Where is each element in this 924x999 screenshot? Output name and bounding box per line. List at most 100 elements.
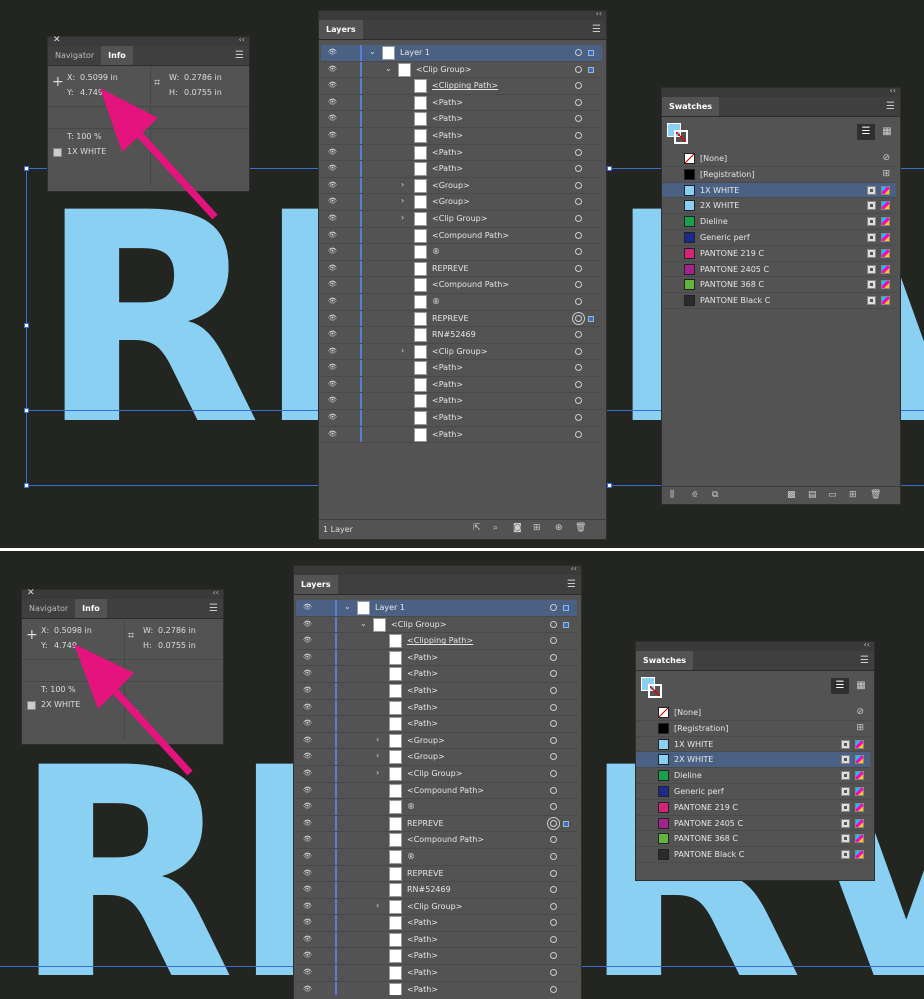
layer-row[interactable]: 👁 <Path> bbox=[321, 94, 602, 112]
swatch-row[interactable]: PANTONE Black C bbox=[636, 847, 870, 863]
swatch-row[interactable]: [Registration] ⊞ bbox=[636, 721, 870, 737]
swatch-row[interactable]: PANTONE 219 C bbox=[636, 800, 870, 816]
layer-row[interactable]: 👁 <Compound Path> bbox=[296, 832, 577, 849]
selection-handle[interactable] bbox=[607, 166, 612, 171]
visibility-eye-icon[interactable]: 👁 bbox=[303, 935, 312, 943]
target-circle-icon[interactable] bbox=[575, 131, 582, 139]
target-circle-icon[interactable] bbox=[575, 281, 582, 289]
layer-row[interactable]: 👁 REPREVE bbox=[296, 815, 577, 833]
visibility-eye-icon[interactable]: 👁 bbox=[303, 902, 312, 910]
color-group-icon[interactable]: ▩ bbox=[787, 490, 796, 500]
swatch-options-icon[interactable]: ▤ bbox=[808, 490, 817, 500]
layer-row[interactable]: 👁 › <Clip Group> bbox=[296, 898, 577, 916]
visibility-eye-icon[interactable]: 👁 bbox=[328, 363, 337, 371]
visibility-eye-icon[interactable]: 👁 bbox=[328, 164, 337, 172]
target-circle-icon[interactable] bbox=[550, 985, 557, 993]
target-circle-icon[interactable] bbox=[575, 380, 582, 388]
visibility-eye-icon[interactable]: 👁 bbox=[303, 968, 312, 976]
layer-row[interactable]: 👁 REPREVE bbox=[296, 865, 577, 883]
selection-indicator[interactable] bbox=[588, 50, 594, 56]
layer-row[interactable]: 👁 <Clipping Path> bbox=[296, 633, 577, 650]
visibility-eye-icon[interactable]: 👁 bbox=[303, 918, 312, 926]
selection-indicator[interactable] bbox=[563, 605, 569, 611]
visibility-eye-icon[interactable]: 👁 bbox=[303, 603, 312, 611]
target-circle-icon[interactable] bbox=[575, 49, 582, 56]
target-circle-icon[interactable] bbox=[575, 165, 582, 173]
chevron-right-icon[interactable]: › bbox=[401, 196, 404, 205]
visibility-eye-icon[interactable]: 👁 bbox=[303, 869, 312, 877]
target-circle-icon[interactable] bbox=[550, 653, 557, 661]
layer-row[interactable]: 👁 ⌄ Layer 1 bbox=[296, 600, 577, 617]
target-circle-icon[interactable] bbox=[575, 364, 582, 372]
chevron-right-icon[interactable]: › bbox=[401, 213, 404, 222]
chevron-right-icon[interactable]: › bbox=[376, 735, 379, 744]
export-icon[interactable]: ⇱ bbox=[473, 523, 481, 533]
target-circle-icon[interactable] bbox=[550, 819, 557, 827]
target-circle-icon[interactable] bbox=[550, 686, 557, 694]
swatch-row[interactable]: [None] ⊘ bbox=[662, 151, 896, 167]
trash-icon[interactable]: 🗑 bbox=[575, 523, 586, 533]
visibility-eye-icon[interactable]: 👁 bbox=[328, 98, 337, 106]
target-circle-icon[interactable] bbox=[550, 637, 557, 645]
tab-layers[interactable]: Layers bbox=[319, 20, 363, 39]
swatch-row[interactable]: PANTONE 2405 C bbox=[636, 816, 870, 832]
target-circle-icon[interactable] bbox=[575, 331, 582, 339]
panel-menu-icon[interactable]: ☰ bbox=[209, 603, 218, 614]
visibility-eye-icon[interactable]: 👁 bbox=[328, 148, 337, 156]
visibility-eye-icon[interactable]: 👁 bbox=[328, 396, 337, 404]
visibility-eye-icon[interactable]: 👁 bbox=[328, 347, 337, 355]
stroke-box[interactable] bbox=[648, 684, 662, 698]
chevron-down-icon[interactable]: ⌄ bbox=[385, 64, 392, 73]
layer-row[interactable]: 👁 <Compound Path> bbox=[296, 782, 577, 800]
collapse-icon[interactable]: ‹‹ bbox=[213, 588, 219, 597]
layer-row[interactable]: 👁 <Compound Path> bbox=[321, 277, 602, 294]
layer-row[interactable]: 👁 <Path> bbox=[321, 426, 602, 444]
target-circle-icon[interactable] bbox=[575, 82, 582, 90]
swatch-row[interactable]: PANTONE 2405 C bbox=[662, 262, 896, 278]
layer-row[interactable]: 👁 <Clipping Path> bbox=[321, 78, 602, 95]
target-circle-icon[interactable] bbox=[550, 720, 557, 728]
selection-indicator[interactable] bbox=[588, 66, 594, 73]
layer-row[interactable]: 👁 › <Group> bbox=[321, 194, 602, 211]
layer-row[interactable]: 👁 ® bbox=[296, 848, 577, 866]
target-circle-icon[interactable] bbox=[550, 969, 557, 977]
tab-layers[interactable]: Layers bbox=[294, 575, 338, 594]
panel-menu-icon[interactable]: ☰ bbox=[592, 24, 601, 35]
target-circle-icon[interactable] bbox=[550, 852, 557, 860]
chevron-right-icon[interactable]: › bbox=[401, 346, 404, 355]
chevron-down-icon[interactable]: ⌄ bbox=[360, 619, 367, 628]
folder-icon[interactable]: ▭ bbox=[828, 490, 837, 500]
tab-info[interactable]: Info bbox=[101, 46, 133, 65]
layer-row[interactable]: 👁 ® bbox=[321, 293, 602, 311]
swatch-row[interactable]: [Registration] ⊞ bbox=[662, 167, 896, 183]
swatch-row[interactable]: 1X WHITE bbox=[636, 737, 870, 753]
target-circle-icon[interactable] bbox=[550, 952, 557, 960]
layer-row[interactable]: 👁 ® bbox=[321, 244, 602, 261]
target-circle-icon[interactable] bbox=[550, 769, 557, 777]
chevron-down-icon[interactable]: ⌄ bbox=[344, 602, 351, 611]
visibility-eye-icon[interactable]: 👁 bbox=[303, 752, 312, 760]
layer-row[interactable]: 👁 <Compound Path> bbox=[321, 227, 602, 245]
swatch-options-icon[interactable]: ⧉ bbox=[712, 490, 718, 500]
visibility-eye-icon[interactable]: 👁 bbox=[328, 197, 337, 205]
target-circle-icon[interactable] bbox=[575, 297, 582, 305]
chevron-right-icon[interactable]: › bbox=[376, 768, 379, 777]
panel-menu-icon[interactable]: ☰ bbox=[860, 655, 869, 666]
visibility-eye-icon[interactable]: 👁 bbox=[303, 819, 312, 827]
swatch-row[interactable]: PANTONE 219 C bbox=[662, 246, 896, 262]
list-view-icon[interactable]: ☰ bbox=[857, 124, 875, 140]
visibility-eye-icon[interactable]: 👁 bbox=[328, 430, 337, 438]
swatch-library-icon[interactable]: ⫼ bbox=[670, 490, 674, 500]
layer-row[interactable]: 👁 <Path> bbox=[296, 699, 577, 717]
target-circle-icon[interactable] bbox=[550, 604, 557, 611]
visibility-eye-icon[interactable]: 👁 bbox=[303, 852, 312, 860]
layer-row[interactable]: 👁 <Path> bbox=[321, 111, 602, 128]
visibility-eye-icon[interactable]: 👁 bbox=[328, 231, 337, 239]
target-circle-icon[interactable] bbox=[550, 736, 557, 744]
target-circle-icon[interactable] bbox=[575, 347, 582, 355]
selection-indicator[interactable] bbox=[563, 621, 569, 628]
layer-row[interactable]: 👁 › <Clip Group> bbox=[321, 343, 602, 361]
target-circle-icon[interactable] bbox=[550, 935, 557, 943]
tab-navigator[interactable]: Navigator bbox=[48, 46, 101, 65]
layer-row[interactable]: 👁 › <Clip Group> bbox=[321, 210, 602, 228]
